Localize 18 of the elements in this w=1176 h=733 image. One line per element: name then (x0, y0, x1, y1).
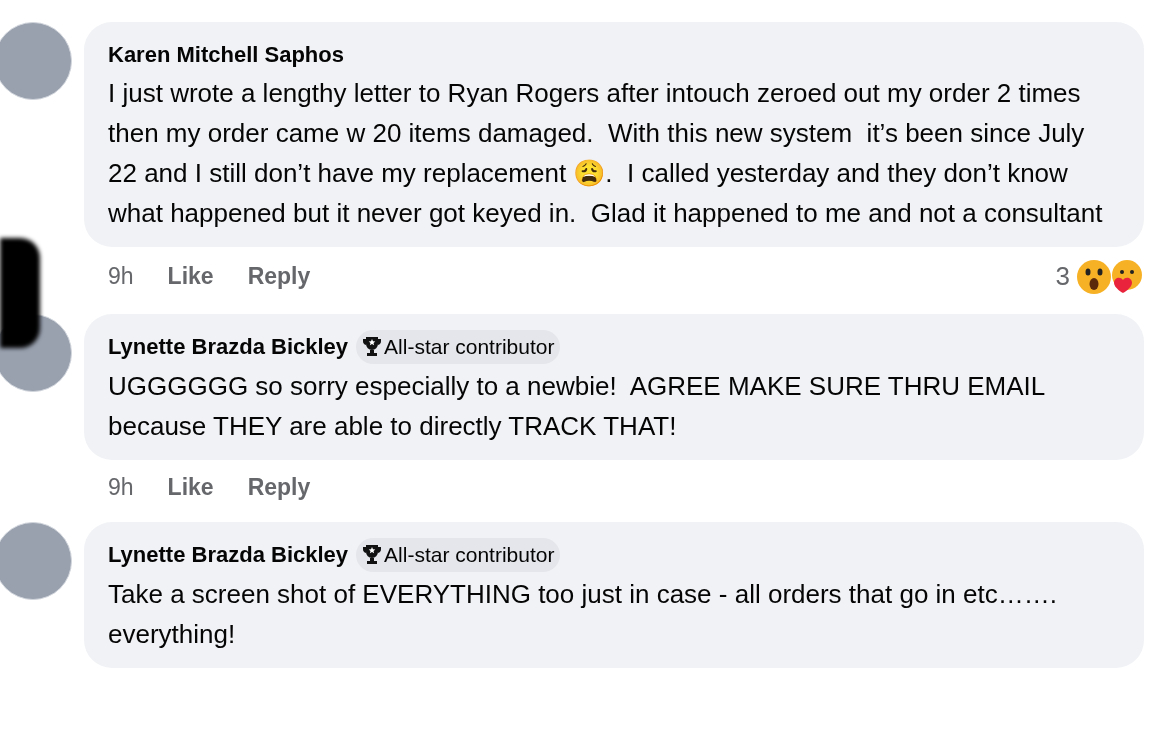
reaction-count[interactable]: 3 (1055, 257, 1070, 296)
timestamp: 9h (108, 262, 134, 292)
author-name[interactable]: Karen Mitchell Saphos (108, 38, 344, 71)
contributor-badge: All-star contributor (356, 538, 561, 572)
comment-text: Take a screen shot of EVERYTHING too just in case - all orders that go in etc……. everything! (108, 577, 1058, 651)
comment-text: I just wrote a lengthy letter to Ryan Rogers after intouch zeroed out my order 2 times then my order came w 20 items damaged. With this new system it’s been since July 22 and I still don’t have my replacement 😩. I called yesterday and they don’t know what happened but it never got keyed in. Glad it happened to me and not a consultant (108, 77, 1104, 230)
author-name[interactable]: Lynette Brazda Bickley (108, 538, 349, 572)
action-link[interactable]: Reply (247, 259, 311, 294)
action-link[interactable]: Like (167, 259, 214, 294)
comment-text: UGGGGGG so sorry especially to a newbie! AGREE MAKE SURE THRU EMAIL because THEY are able to directly TRACK THAT! (108, 369, 1046, 443)
author-name[interactable]: Lynette Brazda Bickley (108, 330, 349, 364)
surprised-face-icon (1076, 258, 1112, 295)
action-link[interactable]: Like (167, 469, 214, 504)
trophy-icon (362, 335, 383, 358)
action-link[interactable]: Reply (247, 469, 311, 504)
trophy-icon (362, 543, 383, 566)
contributor-badge: All-star contributor (356, 330, 561, 364)
timestamp: 9h (108, 472, 134, 502)
